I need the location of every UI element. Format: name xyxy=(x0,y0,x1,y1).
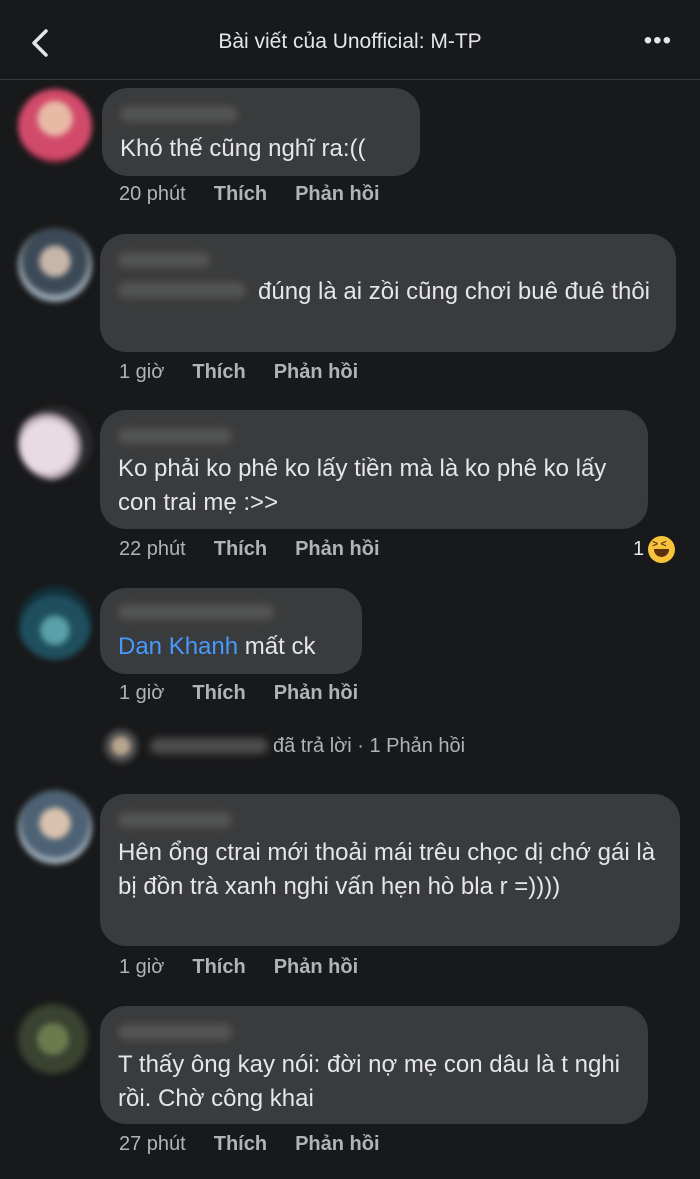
comment-bubble[interactable]: Hên ổng ctrai mới thoải mái trêu chọc dị… xyxy=(100,794,680,946)
comment-meta: 1 giờ Thích Phản hồi xyxy=(119,956,358,979)
comment-meta: 22 phút Thích Phản hồi xyxy=(119,538,380,561)
comment-text: Khó thế cũng nghĩ ra:(( xyxy=(120,135,366,162)
commenter-name[interactable] xyxy=(150,738,268,754)
comment-time: 22 phút xyxy=(119,538,186,560)
comment-time: 27 phút xyxy=(119,1133,186,1155)
commenter-name[interactable] xyxy=(120,106,238,122)
reply-button[interactable]: Phản hồi xyxy=(274,682,358,705)
haha-emoji-icon xyxy=(648,536,676,563)
comment-bubble[interactable]: Dan Khanh mất ck xyxy=(100,588,362,674)
like-button[interactable]: Thích xyxy=(192,361,245,384)
commenter-name[interactable] xyxy=(118,428,232,444)
commenter-name[interactable] xyxy=(118,1024,232,1040)
comment-bubble[interactable]: Khó thế cũng nghĩ ra:(( xyxy=(102,88,420,176)
mention-link[interactable]: Dan Khanh xyxy=(118,633,238,660)
comment-meta: 1 giờ Thích Phản hồi xyxy=(119,361,358,384)
avatar[interactable] xyxy=(18,406,92,480)
comment-bubble[interactable]: T thấy ông kay nói: đời nợ mẹ con dâu là… xyxy=(100,1006,648,1124)
comment-text-body: mất ck xyxy=(238,633,316,660)
comment-text: T thấy ông kay nói: đời nợ mẹ con dâu là… xyxy=(118,1051,620,1112)
comment-text: đúng là ai zồi cũng chơi buê đuê thôi xyxy=(258,278,651,305)
avatar[interactable] xyxy=(18,790,92,864)
comment-meta: 20 phút Thích Phản hồi xyxy=(119,183,380,206)
reply-button[interactable]: Phản hồi xyxy=(274,361,358,384)
commenter-name[interactable] xyxy=(118,604,274,620)
like-button[interactable]: Thích xyxy=(214,1133,267,1156)
reply-button[interactable]: Phản hồi xyxy=(274,956,358,979)
comment-time: 1 giờ xyxy=(119,361,165,383)
reaction-summary[interactable]: 1 xyxy=(633,536,676,563)
comment-bubble[interactable]: Ko phải ko phê ko lấy tiền mà là ko phê … xyxy=(100,410,648,529)
more-options-icon[interactable]: ••• xyxy=(644,29,672,53)
like-button[interactable]: Thích xyxy=(214,183,267,206)
comment-time: 1 giờ xyxy=(119,682,165,704)
comment-text: Dan Khanh mất ck xyxy=(118,630,358,664)
comment-text: Ko phải ko phê ko lấy tiền mà là ko phê … xyxy=(118,455,607,516)
reply-button[interactable]: Phản hồi xyxy=(295,183,379,206)
comment-time: 20 phút xyxy=(119,183,186,205)
commenter-name[interactable] xyxy=(118,252,210,268)
avatar[interactable] xyxy=(104,729,138,763)
reply-button[interactable]: Phản hồi xyxy=(295,538,379,561)
avatar[interactable] xyxy=(18,586,92,660)
comment-text: Hên ổng ctrai mới thoải mái trêu chọc dị… xyxy=(118,839,656,900)
comment-meta: 1 giờ Thích Phản hồi xyxy=(119,682,358,705)
comment-meta: 27 phút Thích Phản hồi xyxy=(119,1133,380,1156)
avatar[interactable] xyxy=(16,1002,90,1076)
avatar[interactable] xyxy=(18,89,92,163)
comment-time: 1 giờ xyxy=(119,956,165,978)
like-button[interactable]: Thích xyxy=(192,682,245,705)
reaction-count: 1 xyxy=(633,537,645,560)
view-replies-link[interactable]: đã trả lời · 1 Phản hồi xyxy=(273,735,465,758)
reply-button[interactable]: Phản hồi xyxy=(295,1133,379,1156)
page-title: Bài viết của Unofficial: M-TP xyxy=(218,30,482,53)
avatar[interactable] xyxy=(18,228,92,302)
like-button[interactable]: Thích xyxy=(214,538,267,561)
comment-bubble[interactable]: đúng là ai zồi cũng chơi buê đuê thôi xyxy=(100,234,676,352)
commenter-name[interactable] xyxy=(118,812,232,828)
like-button[interactable]: Thích xyxy=(192,956,245,979)
top-bar: Bài viết của Unofficial: M-TP ••• xyxy=(0,0,700,80)
